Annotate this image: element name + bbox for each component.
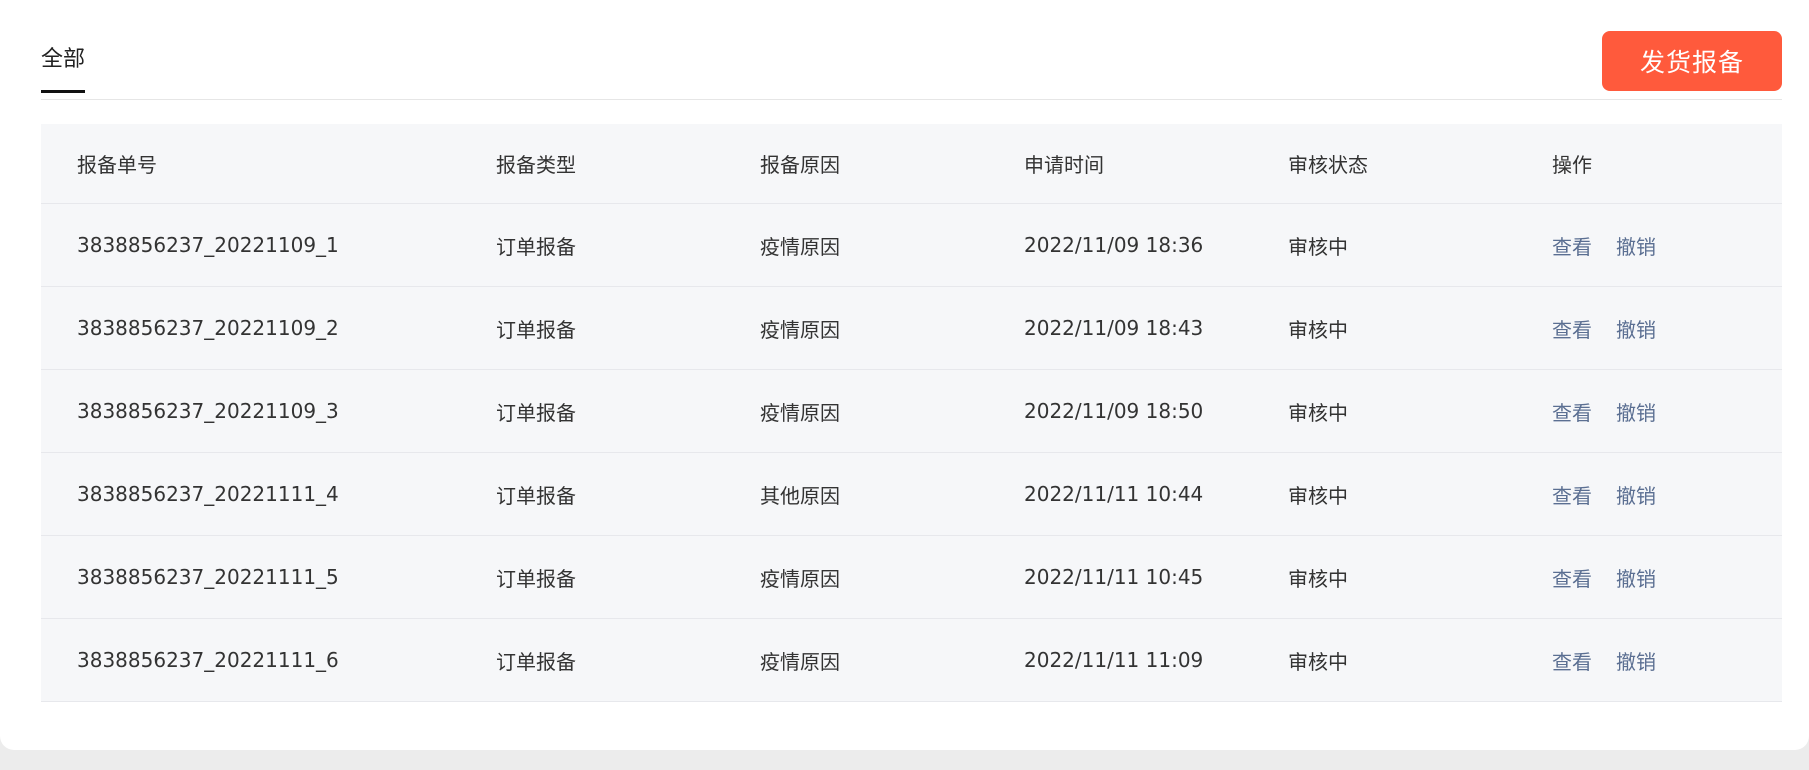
view-link[interactable]: 查看 (1552, 650, 1592, 674)
report-table: 报备单号 报备类型 报备原因 申请时间 审核状态 操作 3838856237_2… (41, 124, 1782, 702)
report-reason: 疫情原因 (760, 649, 840, 674)
apply-time: 2022/11/09 18:36 (1024, 233, 1204, 257)
revoke-link[interactable]: 撤销 (1616, 318, 1656, 342)
revoke-link[interactable]: 撤销 (1616, 401, 1656, 425)
report-id: 3838856237_20221109_2 (77, 316, 339, 340)
view-link[interactable]: 查看 (1552, 567, 1592, 591)
review-status: 审核中 (1288, 317, 1348, 342)
table-row: 3838856237_20221109_2 订单报备 疫情原因 2022/11/… (41, 287, 1782, 370)
report-id: 3838856237_20221109_3 (77, 399, 339, 423)
row-actions: 查看 撤销 (1552, 563, 1782, 592)
row-actions: 查看 撤销 (1552, 231, 1782, 260)
revoke-link[interactable]: 撤销 (1616, 650, 1656, 674)
report-reason: 疫情原因 (760, 566, 840, 591)
review-status: 审核中 (1288, 234, 1348, 259)
report-type: 订单报备 (496, 234, 576, 259)
header-report-id: 报备单号 (77, 153, 157, 177)
header-apply-time: 申请时间 (1024, 153, 1104, 177)
apply-time: 2022/11/09 18:50 (1024, 399, 1204, 423)
report-type: 订单报备 (496, 400, 576, 425)
report-reason: 疫情原因 (760, 317, 840, 342)
report-reason: 疫情原因 (760, 400, 840, 425)
tab-all[interactable]: 全部 (41, 46, 86, 93)
table-header-row: 报备单号 报备类型 报备原因 申请时间 审核状态 操作 (41, 124, 1782, 204)
header-actions: 操作 (1552, 153, 1592, 177)
apply-time: 2022/11/09 18:43 (1024, 316, 1204, 340)
report-id: 3838856237_20221111_4 (77, 482, 339, 506)
view-link[interactable]: 查看 (1552, 484, 1592, 508)
table-row: 3838856237_20221109_1 订单报备 疫情原因 2022/11/… (41, 204, 1782, 287)
table-row: 3838856237_20221111_5 订单报备 疫情原因 2022/11/… (41, 536, 1782, 619)
header-report-reason: 报备原因 (760, 153, 840, 177)
apply-time: 2022/11/11 10:45 (1024, 565, 1204, 589)
review-status: 审核中 (1288, 649, 1348, 674)
tab-bar: 全部 发货报备 (41, 30, 1782, 100)
view-link[interactable]: 查看 (1552, 235, 1592, 259)
table-row: 3838856237_20221111_6 订单报备 疫情原因 2022/11/… (41, 619, 1782, 702)
apply-time: 2022/11/11 10:44 (1024, 482, 1204, 506)
row-actions: 查看 撤销 (1552, 480, 1782, 509)
ship-report-button[interactable]: 发货报备 (1602, 31, 1782, 91)
report-type: 订单报备 (496, 483, 576, 508)
report-id: 3838856237_20221111_6 (77, 648, 339, 672)
table-row: 3838856237_20221109_3 订单报备 疫情原因 2022/11/… (41, 370, 1782, 453)
row-actions: 查看 撤销 (1552, 314, 1782, 343)
report-id: 3838856237_20221111_5 (77, 565, 339, 589)
header-report-type: 报备类型 (496, 153, 576, 177)
view-link[interactable]: 查看 (1552, 318, 1592, 342)
row-actions: 查看 撤销 (1552, 397, 1782, 426)
report-reason: 其他原因 (760, 483, 840, 508)
report-type: 订单报备 (496, 649, 576, 674)
apply-time: 2022/11/11 11:09 (1024, 648, 1204, 672)
view-link[interactable]: 查看 (1552, 401, 1592, 425)
review-status: 审核中 (1288, 483, 1348, 508)
review-status: 审核中 (1288, 566, 1348, 591)
report-reason: 疫情原因 (760, 234, 840, 259)
row-actions: 查看 撤销 (1552, 646, 1782, 675)
report-id: 3838856237_20221109_1 (77, 233, 339, 257)
report-type: 订单报备 (496, 317, 576, 342)
report-type: 订单报备 (496, 566, 576, 591)
review-status: 审核中 (1288, 400, 1348, 425)
header-review-status: 审核状态 (1288, 153, 1368, 177)
revoke-link[interactable]: 撤销 (1616, 484, 1656, 508)
revoke-link[interactable]: 撤销 (1616, 235, 1656, 259)
revoke-link[interactable]: 撤销 (1616, 567, 1656, 591)
content-card: 全部 发货报备 报备单号 报备类型 报备原因 申请时间 审核状态 操作 3838… (0, 0, 1809, 750)
table-row: 3838856237_20221111_4 订单报备 其他原因 2022/11/… (41, 453, 1782, 536)
